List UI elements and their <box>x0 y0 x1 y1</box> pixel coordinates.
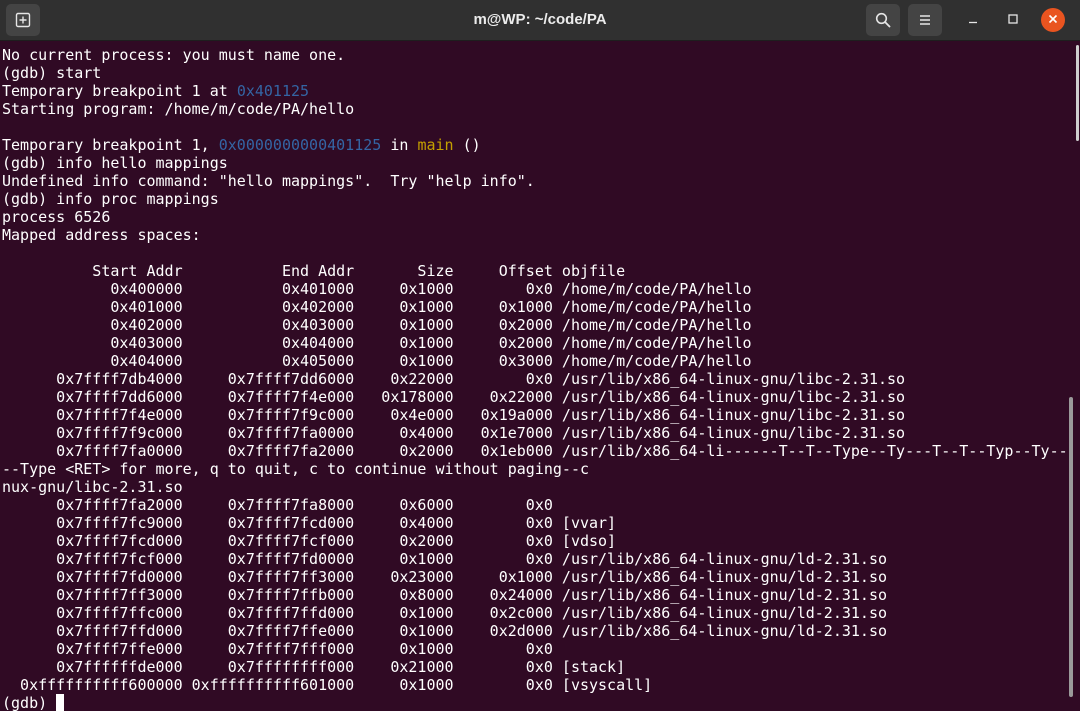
mapping-row: 0x7ffff7fc9000 0x7ffff7fcd000 0x4000 0x0… <box>2 514 617 532</box>
hamburger-menu-icon <box>918 14 932 26</box>
mapping-row: 0x402000 0x403000 0x1000 0x2000 /home/m/… <box>2 316 752 334</box>
output-line: Temporary breakpoint 1 at 0x401125 <box>2 82 309 100</box>
mapping-row: 0x7ffff7fcf000 0x7ffff7fd0000 0x1000 0x0… <box>2 550 888 568</box>
scrollbar-indicator <box>1076 45 1079 141</box>
output-line: nux-gnu/libc-2.31.so <box>2 478 183 496</box>
output-line: No current process: you must name one. <box>2 46 346 64</box>
output-line: Mapped address spaces: <box>2 226 201 244</box>
output-line: Starting program: /home/m/code/PA/hello <box>2 100 355 118</box>
mapping-row: 0x7ffff7db4000 0x7ffff7dd6000 0x22000 0x… <box>2 370 906 388</box>
mapping-row: 0x7ffffffde000 0x7ffffffff000 0x21000 0x… <box>2 658 626 676</box>
gdb-prompt: (gdb) <box>2 694 57 711</box>
output-text: () <box>453 136 481 154</box>
search-button[interactable] <box>866 4 900 36</box>
address-text: 0x0000000000401125 <box>218 136 382 154</box>
new-tab-icon <box>15 12 31 28</box>
output-line: Undefined info command: "hello mappings"… <box>2 172 535 190</box>
close-button[interactable] <box>1041 8 1065 32</box>
new-tab-button[interactable] <box>6 4 40 36</box>
maximize-icon <box>1008 11 1018 29</box>
mappings-header: Start Addr End Addr Size Offset objfile <box>2 262 626 280</box>
mapping-row: 0x7ffff7fa2000 0x7ffff7fa8000 0x6000 0x0 <box>2 496 553 514</box>
maximize-button[interactable] <box>1001 8 1025 32</box>
mapping-row: 0x7ffff7ffe000 0x7ffff7fff000 0x1000 0x0 <box>2 640 553 658</box>
output-text: in <box>381 136 418 154</box>
mapping-row: 0x400000 0x401000 0x1000 0x0 /home/m/cod… <box>2 280 752 298</box>
output-line: process 6526 <box>2 208 111 226</box>
terminal-output[interactable]: No current process: you must name one. (… <box>0 45 1070 711</box>
text-cursor <box>56 694 65 711</box>
close-icon <box>1048 11 1058 29</box>
scrollbar[interactable] <box>1066 41 1080 711</box>
mapping-row: 0x7ffff7dd6000 0x7ffff7f4e000 0x178000 0… <box>2 388 906 406</box>
mapping-row: 0x404000 0x405000 0x1000 0x3000 /home/m/… <box>2 352 752 370</box>
mapping-row: 0x7ffff7fcd000 0x7ffff7fcf000 0x2000 0x0… <box>2 532 617 550</box>
mapping-row: 0x401000 0x402000 0x1000 0x1000 /home/m/… <box>2 298 752 316</box>
gdb-prompt-line[interactable]: (gdb) <box>2 694 65 711</box>
menu-button[interactable] <box>908 4 942 36</box>
title-bar: m@WP: ~/code/PA <box>0 0 1080 41</box>
pager-prompt-line: --Type <RET> for more, q to quit, c to c… <box>2 460 589 478</box>
terminal-window: m@WP: ~/code/PA No current process: you … <box>0 0 1080 711</box>
mapping-row: 0xffffffffff600000 0xffffffffff601000 0x… <box>2 676 653 694</box>
scrollbar-thumb[interactable] <box>1069 397 1073 697</box>
output-text: Temporary breakpoint 1, <box>2 136 219 154</box>
output-line: Temporary breakpoint 1, 0x00000000004011… <box>2 136 481 154</box>
output-text: Temporary breakpoint 1 at <box>2 82 237 100</box>
address-text: 0x401125 <box>236 82 310 100</box>
mapping-row: 0x7ffff7ffd000 0x7ffff7ffe000 0x1000 0x2… <box>2 622 888 640</box>
mapping-row: 0x7ffff7ffc000 0x7ffff7ffd000 0x1000 0x2… <box>2 604 888 622</box>
minimize-button[interactable] <box>961 8 985 32</box>
function-name-text: main <box>417 136 454 154</box>
gdb-command-line: (gdb) start <box>2 64 102 82</box>
mapping-row: 0x7ffff7fa0000 0x7ffff7fa2000 0x2000 0x1… <box>2 442 1068 460</box>
mapping-row: 0x7ffff7fd0000 0x7ffff7ff3000 0x23000 0x… <box>2 568 888 586</box>
mapping-row: 0x7ffff7ff3000 0x7ffff7ffb000 0x8000 0x2… <box>2 586 888 604</box>
mapping-row: 0x7ffff7f4e000 0x7ffff7f9c000 0x4e000 0x… <box>2 406 906 424</box>
mapping-row: 0x7ffff7f9c000 0x7ffff7fa0000 0x4000 0x1… <box>2 424 906 442</box>
gdb-command-line: (gdb) info hello mappings <box>2 154 228 172</box>
search-icon <box>875 12 891 28</box>
minimize-icon <box>968 11 978 29</box>
mapping-row: 0x403000 0x404000 0x1000 0x2000 /home/m/… <box>2 334 752 352</box>
gdb-command-line: (gdb) info proc mappings <box>2 190 219 208</box>
